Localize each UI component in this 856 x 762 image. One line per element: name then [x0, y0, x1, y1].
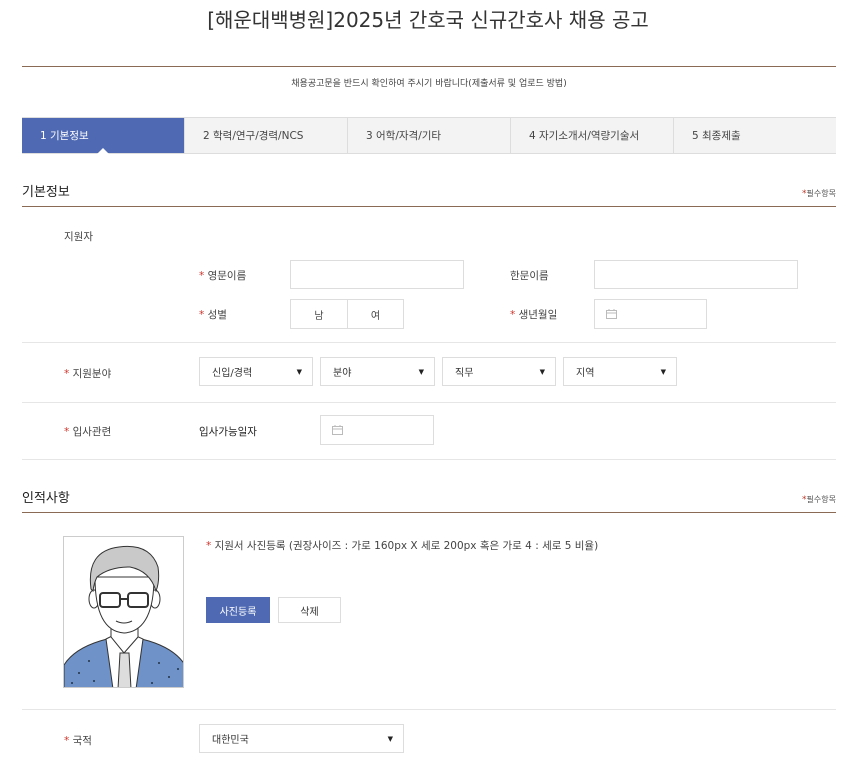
- tab-label: 1 기본정보: [40, 130, 89, 142]
- row-divider: [22, 709, 836, 710]
- required-star: *: [64, 368, 70, 380]
- section-divider: [22, 512, 836, 513]
- chinese-name-input[interactable]: [594, 260, 798, 289]
- required-legend: *필수항목: [802, 494, 836, 505]
- required-star: *: [64, 735, 70, 747]
- label-text: 지원분야: [72, 368, 112, 380]
- available-date-label: 입사가능일자: [199, 426, 257, 438]
- join-label: * 입사관련: [64, 424, 111, 439]
- tab-label: 5 최종제출: [692, 130, 741, 142]
- tab-education[interactable]: 2 학력/연구/경력/NCS: [185, 118, 348, 153]
- required-text: 필수항목: [806, 189, 836, 198]
- chinese-name-label: 한문이름: [510, 270, 549, 282]
- label-text: 생년월일: [518, 309, 558, 321]
- caret-down-icon: ▼: [418, 367, 424, 376]
- select-nationality[interactable]: 대한민국 ▼: [199, 724, 404, 753]
- gender-male-button[interactable]: 남: [291, 300, 347, 328]
- row-divider: [22, 459, 836, 460]
- title-divider: [22, 66, 836, 67]
- upload-photo-button[interactable]: 사진등록: [206, 597, 270, 623]
- nationality-label: * 국적: [64, 733, 92, 748]
- english-name-input[interactable]: [290, 260, 464, 289]
- required-text: 필수항목: [806, 495, 836, 504]
- delete-photo-button[interactable]: 삭제: [278, 597, 341, 623]
- required-star: *: [199, 270, 205, 282]
- tab-final-submit[interactable]: 5 최종제출: [674, 118, 836, 153]
- label-text: 성별: [207, 309, 227, 321]
- select-value: 분야: [333, 368, 352, 379]
- available-date-input[interactable]: [320, 415, 434, 445]
- select-field[interactable]: 분야 ▼: [320, 357, 435, 386]
- photo-preview: [63, 536, 184, 688]
- applicant-label: 지원자: [64, 231, 93, 243]
- select-value: 신입/경력: [212, 368, 253, 379]
- select-region[interactable]: 지역 ▼: [563, 357, 677, 386]
- row-divider: [22, 342, 836, 343]
- gender-toggle: 남 여: [290, 299, 404, 329]
- page-title: [해운대백병원]2025년 간호국 신규간호사 채용 공고: [207, 8, 649, 32]
- avatar-placeholder: [64, 545, 183, 687]
- caret-down-icon: ▼: [387, 734, 393, 743]
- required-star: *: [510, 309, 516, 321]
- tab-label: 4 자기소개서/역량기술서: [529, 130, 640, 142]
- gender-female-button[interactable]: 여: [347, 300, 403, 328]
- photo-guide-text: 지원서 사진등록 (권장사이즈 : 가로 160px X 세로 200px 혹은…: [214, 540, 599, 552]
- select-value: 지역: [576, 368, 595, 379]
- select-career-type[interactable]: 신입/경력 ▼: [199, 357, 313, 386]
- select-duty[interactable]: 직무 ▼: [442, 357, 556, 386]
- label-text: 입사관련: [72, 426, 112, 438]
- calendar-icon: [332, 425, 343, 435]
- required-star: *: [199, 309, 205, 321]
- required-legend: *필수항목: [802, 188, 836, 199]
- field-label: * 지원분야: [64, 366, 111, 381]
- label-text: 국적: [72, 735, 92, 747]
- gender-label: * 성별: [199, 307, 227, 322]
- step-tabs: 1 기본정보 2 학력/연구/경력/NCS 3 어학/자격/기타 4 자기소개서…: [22, 117, 836, 154]
- select-value: 직무: [455, 368, 474, 379]
- tab-basic-info[interactable]: 1 기본정보: [22, 118, 185, 154]
- caret-down-icon: ▼: [539, 367, 545, 376]
- section-title-basic: 기본정보: [22, 185, 70, 200]
- label-text: 영문이름: [207, 270, 247, 282]
- required-star: *: [206, 540, 212, 552]
- tab-self-intro[interactable]: 4 자기소개서/역량기술서: [511, 118, 674, 153]
- row-divider: [22, 402, 836, 403]
- section-divider: [22, 206, 836, 207]
- birth-date-input[interactable]: [594, 299, 707, 329]
- tab-label: 2 학력/연구/경력/NCS: [203, 130, 304, 142]
- tab-language[interactable]: 3 어학/자격/기타: [348, 118, 511, 153]
- caret-down-icon: ▼: [660, 367, 666, 376]
- calendar-icon: [606, 309, 617, 319]
- english-name-label: * 영문이름: [199, 268, 246, 283]
- section-title-personal: 인적사항: [22, 491, 70, 506]
- tab-label: 3 어학/자격/기타: [366, 130, 442, 142]
- photo-guide: * 지원서 사진등록 (권장사이즈 : 가로 160px X 세로 200px …: [206, 538, 598, 553]
- required-star: *: [64, 426, 70, 438]
- select-value: 대한민국: [212, 735, 249, 746]
- caret-down-icon: ▼: [296, 367, 302, 376]
- birth-label: * 생년월일: [510, 307, 557, 322]
- notice-text: 채용공고문을 반드시 확인하여 주시기 바랍니다(제출서류 및 업로드 방법): [291, 79, 567, 89]
